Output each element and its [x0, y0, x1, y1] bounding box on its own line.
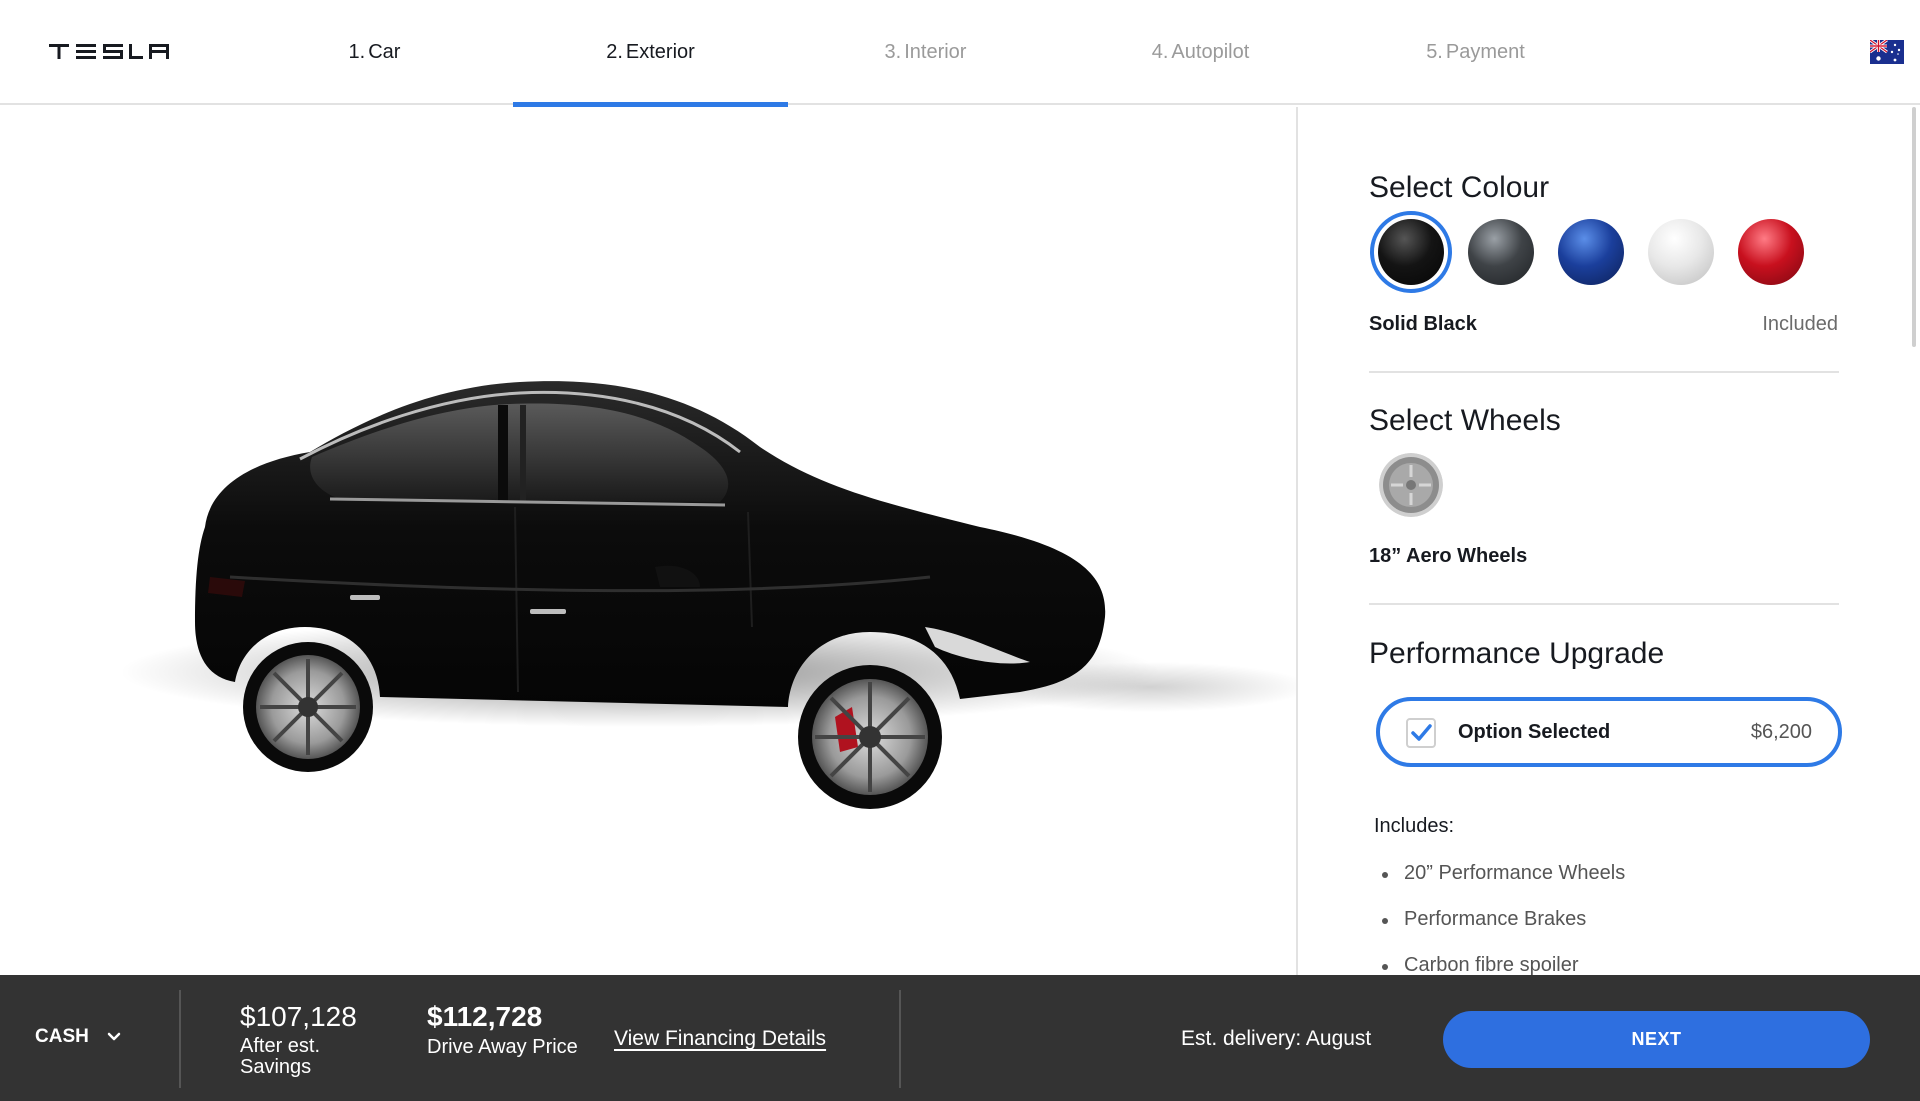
car-viewer[interactable]: [0, 107, 1296, 975]
list-item: 20” Performance Wheels: [1380, 862, 1625, 908]
section-divider: [1369, 371, 1839, 373]
blue-swatch[interactable]: [1558, 219, 1624, 285]
checkmark-icon: [1411, 724, 1432, 741]
after-savings-price: $107,128: [240, 1001, 357, 1032]
drive-away-label: Drive Away Price: [427, 1036, 578, 1058]
tab-payment[interactable]: 5. Payment: [1338, 0, 1613, 105]
tab-number: 4.: [1151, 41, 1169, 63]
panel-scrollbar[interactable]: [1912, 107, 1916, 347]
tab-label: Interior: [904, 41, 967, 63]
delivery-estimate: Est. delivery: August: [1181, 1027, 1372, 1050]
tab-label: Autopilot: [1171, 41, 1250, 63]
car-image: [120, 381, 1296, 809]
wheels-section-title: Select Wheels: [1369, 404, 1561, 437]
australia-flag-icon[interactable]: [1870, 40, 1904, 64]
performance-checkbox[interactable]: [1406, 718, 1436, 748]
tab-exterior[interactable]: 2. Exterior: [513, 0, 788, 107]
payment-type-label: CASH: [35, 1026, 89, 1047]
list-item: Carbon fibre spoiler: [1380, 954, 1625, 975]
tab-label: Payment: [1445, 41, 1525, 63]
tab-label: Car: [368, 41, 401, 63]
chevron-down-icon: [107, 1032, 121, 1041]
top-nav-bar: 1. Car 2. Exterior 3. Interior 4. Autopi…: [0, 0, 1920, 107]
includes-heading: Includes:: [1374, 815, 1455, 837]
tab-label: Exterior: [625, 41, 695, 63]
footer-divider: [899, 990, 901, 1088]
includes-list: 20” Performance Wheels Performance Brake…: [1380, 862, 1625, 975]
drive-away-price: $112,728: [427, 1001, 543, 1032]
selected-wheel-name: 18” Aero Wheels: [1369, 545, 1528, 567]
section-divider: [1369, 603, 1839, 605]
selected-colour-name: Solid Black: [1369, 313, 1477, 335]
after-savings-label: After est. Savings: [240, 1035, 321, 1078]
price-footer: CASH $107,128 After est. Savings $112,72…: [0, 975, 1920, 1101]
footer-divider: [179, 990, 181, 1088]
selected-colour-price: Included: [1762, 313, 1838, 335]
option-status-label: Option Selected: [1458, 721, 1611, 743]
black-swatch[interactable]: [1370, 211, 1452, 293]
configurator-panel[interactable]: Select Colour Solid Black Included Selec…: [1298, 107, 1920, 975]
payment-type-dropdown[interactable]: CASH: [35, 1026, 121, 1048]
aero-wheel-thumbnail[interactable]: [1379, 453, 1443, 517]
tab-number: 2.: [606, 41, 623, 63]
tesla-logo[interactable]: [49, 38, 169, 62]
performance-section-title: Performance Upgrade: [1369, 637, 1665, 670]
tab-car[interactable]: 1. Car: [237, 0, 512, 105]
red-swatch[interactable]: [1738, 219, 1804, 285]
tab-autopilot[interactable]: 4. Autopilot: [1063, 0, 1338, 105]
tab-interior[interactable]: 3. Interior: [788, 0, 1063, 105]
tab-number: 5.: [1426, 41, 1443, 63]
view-financing-link[interactable]: View Financing Details: [614, 1027, 826, 1051]
colour-section-title: Select Colour: [1369, 171, 1550, 204]
white-swatch[interactable]: [1648, 219, 1714, 285]
performance-upgrade-option[interactable]: Option Selected $6,200: [1376, 697, 1842, 767]
tab-number: 3.: [884, 41, 902, 63]
next-button[interactable]: NEXT: [1443, 1011, 1870, 1068]
list-item: Performance Brakes: [1380, 908, 1625, 954]
option-price: $6,200: [1750, 721, 1812, 743]
grey-swatch[interactable]: [1468, 219, 1534, 285]
tab-number: 1.: [348, 41, 366, 63]
